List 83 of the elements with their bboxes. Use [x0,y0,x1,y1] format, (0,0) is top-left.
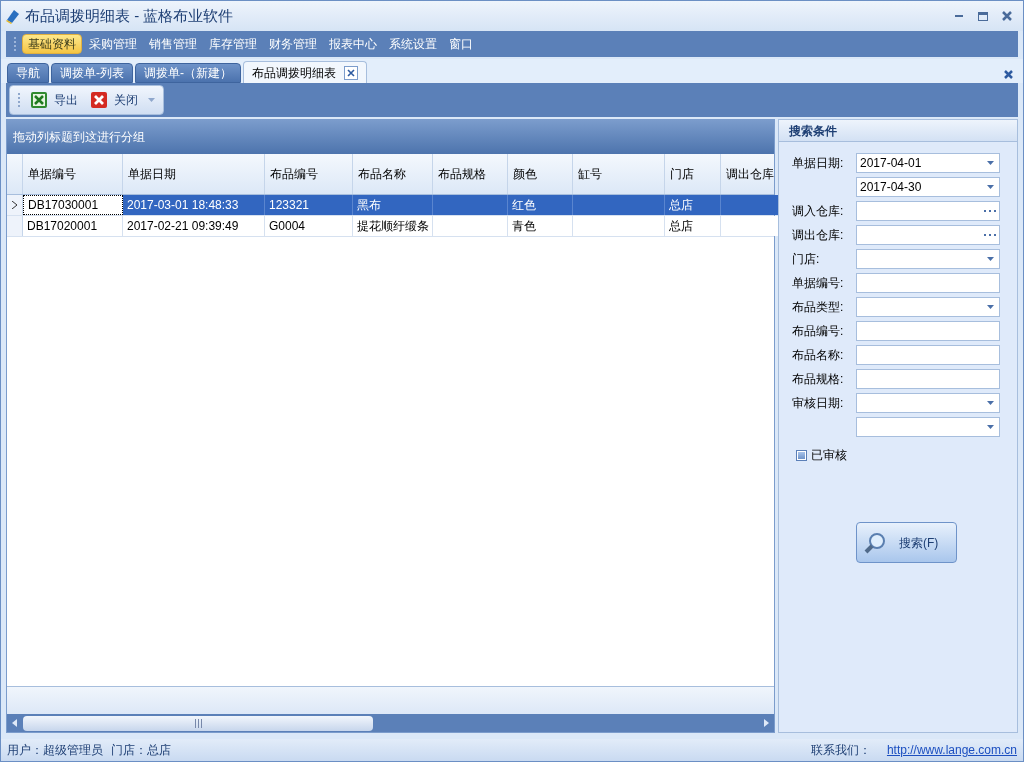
dropdown-arrow-icon[interactable] [987,425,994,429]
close-button[interactable]: 关闭 [88,88,140,112]
user-status: 用户：超级管理员 [7,742,103,759]
dropdown-arrow-icon[interactable] [987,185,994,189]
field-label: 门店: [792,252,820,266]
menu-item[interactable]: 报表中心 [324,34,382,54]
dropdown-field[interactable]: 2017-04-30 [856,177,1000,197]
horizontal-scrollbar[interactable] [7,714,774,732]
field-label: 布品名称: [792,348,844,362]
contact-label: 联系我们： [810,742,871,759]
row-pointer-icon [12,201,17,209]
input-field[interactable] [856,273,1000,293]
app-logo-icon [5,8,21,24]
field-label: 单据编号: [792,276,844,290]
column-header[interactable]: 颜色 [508,154,573,194]
menu-item[interactable]: 窗口 [444,34,478,54]
dropdown-arrow-icon[interactable] [987,257,994,261]
table-cell: 红色 [508,195,573,215]
menu-item[interactable]: 财务管理 [264,34,322,54]
table-cell: 123321 [265,195,353,215]
close-icon [1002,11,1012,21]
dropdown-field[interactable] [856,393,1000,413]
field-label: 布品规格: [792,372,844,386]
column-header[interactable]: 布品规格 [433,154,508,194]
column-header[interactable]: 缸号 [573,154,665,194]
maximize-icon [978,11,988,21]
table-cell: 总店 [665,195,721,215]
dropdown-arrow-icon[interactable] [987,161,994,165]
field-label: 审核日期: [792,396,844,410]
dropdown-field[interactable] [856,297,1000,317]
menu-item[interactable]: 基础资料 [22,34,82,54]
table-cell: DB17030001 [23,195,123,215]
menu-item[interactable]: 销售管理 [144,34,202,54]
table-cell [721,195,781,215]
close-icon [90,91,108,109]
grip-icon [194,718,202,728]
tab[interactable]: 布品调拨明细表 [243,61,367,83]
column-header[interactable]: 单据编号 [23,154,123,194]
ellipsis-icon[interactable] [984,209,996,213]
table-cell: 黑布 [353,195,433,215]
website-link[interactable]: http://www.lange.com.cn [886,741,1017,759]
tab[interactable]: 调拨单-列表 [51,63,133,83]
caret-icon [148,98,155,102]
dropdown-field[interactable]: 2017-04-01 [856,153,1000,173]
minimize-icon [955,14,963,18]
group-panel: 拖动列标题到这进行分组 [7,120,774,154]
search-button[interactable]: 搜索(F) [856,522,957,563]
panel-title: 搜索条件 [779,120,1017,142]
input-field[interactable] [856,345,1000,365]
table-cell: 2017-03-01 18:48:33 [123,195,265,215]
dropdown-field[interactable] [856,249,1000,269]
menu-item[interactable]: 采购管理 [84,34,142,54]
tab[interactable]: 导航 [7,63,49,83]
menu-item[interactable]: 系统设置 [384,34,442,54]
store-status: 门店：总店 [111,742,171,759]
field-label: 布品类型: [792,300,844,314]
input-field[interactable] [856,321,1000,341]
close-document-button[interactable] [1004,70,1013,79]
dropdown-arrow-icon[interactable] [987,305,994,309]
ellipsis-icon[interactable] [984,233,996,237]
field-label: 调入仓库: [792,204,844,218]
checkbox[interactable]: 已审核 [796,446,1017,464]
scroll-thumb[interactable] [23,715,373,731]
spreadsheet-icon [30,91,48,109]
column-header[interactable]: 布品名称 [353,154,433,194]
window-title: 布品调拨明细表 - 蓝格布业软件 [25,5,234,26]
field-label: 调出仓库: [792,228,844,242]
input-field[interactable] [856,369,1000,389]
search-icon [863,530,887,555]
field-label: 单据日期: [792,156,844,170]
menu-item[interactable]: 库存管理 [204,34,262,54]
column-header[interactable]: 单据日期 [123,154,265,194]
field-label: 布品编号: [792,324,844,338]
dropdown-arrow-icon[interactable] [987,401,994,405]
dropdown-field[interactable] [856,417,1000,437]
picker-field[interactable] [856,201,1000,221]
tab-close-icon[interactable] [344,65,358,80]
column-header[interactable]: 门店 [665,154,721,194]
tab[interactable]: 调拨单-（新建） [135,63,241,83]
spreadsheet-button[interactable]: 导出 [28,88,80,112]
row-indicator[interactable] [7,195,23,215]
column-header[interactable]: 布品编号 [265,154,353,194]
picker-field[interactable] [856,225,1000,245]
